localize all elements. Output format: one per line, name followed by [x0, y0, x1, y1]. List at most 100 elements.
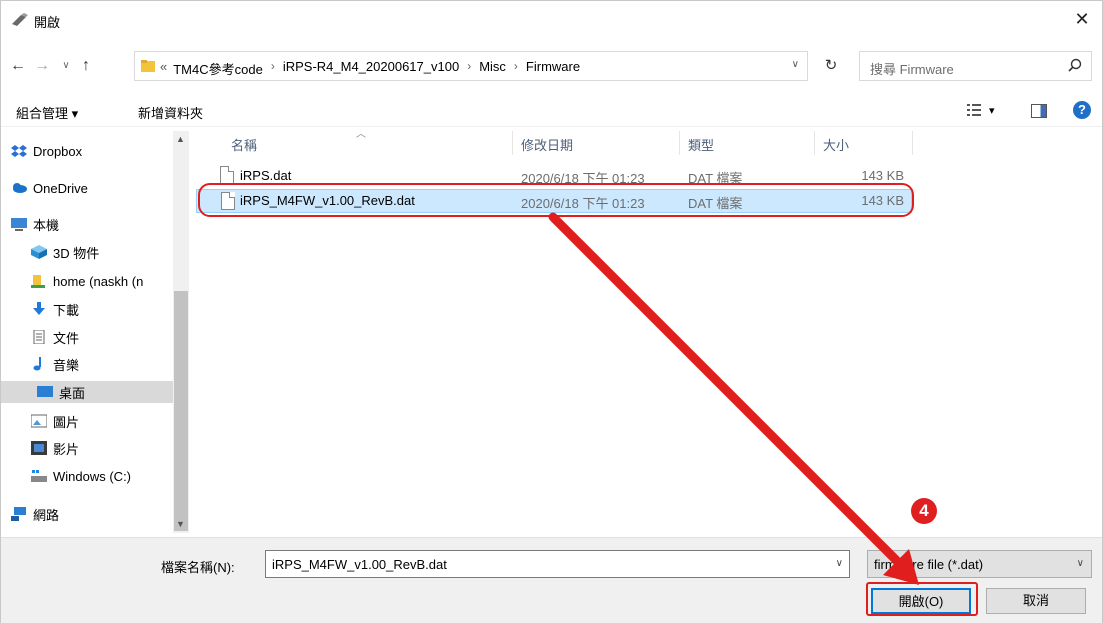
scroll-down-icon[interactable]: ▼	[176, 519, 185, 529]
drive-icon	[31, 470, 47, 482]
view-dropdown-icon: ▾	[989, 104, 995, 117]
file-modified: 2020/6/18 下午 01:23	[521, 196, 645, 211]
open-button[interactable]: 開啟(O)	[871, 588, 971, 614]
cancel-button[interactable]: 取消	[986, 588, 1086, 614]
sidebar-item-documents[interactable]: 文件	[31, 326, 79, 348]
file-name: iRPS_M4FW_v1.00_RevB.dat	[240, 193, 415, 208]
sidebar-item-this-pc[interactable]: 本機	[11, 213, 59, 235]
sidebar-item-onedrive[interactable]: OneDrive	[11, 177, 88, 199]
up-button[interactable]: ↑	[75, 55, 97, 77]
navigation-pane: Dropbox OneDrive 本機 3D 物件 home (naskh (n…	[1, 127, 191, 537]
preview-pane-icon[interactable]	[1031, 104, 1047, 118]
sidebar-item-label: 圖片	[53, 414, 80, 430]
recent-locations-button[interactable]: ∨	[55, 55, 77, 77]
file-type-filter[interactable]: firmware file (*.dat) ∨	[867, 550, 1092, 578]
dialog-footer: 檔案名稱(N): iRPS_M4FW_v1.00_RevB.dat ∨ firm…	[1, 537, 1102, 623]
column-divider[interactable]	[912, 131, 913, 155]
column-header-name[interactable]: 名稱	[231, 135, 257, 154]
details-view-icon	[967, 104, 981, 116]
user-folder-icon	[31, 275, 45, 288]
chevron-down-icon[interactable]: ∨	[1077, 558, 1084, 569]
breadcrumb-separator[interactable]: ›	[263, 59, 283, 78]
file-modified: 2020/6/18 下午 01:23	[521, 171, 645, 186]
sidebar-item-label: 3D 物件	[53, 245, 100, 261]
column-divider[interactable]	[814, 131, 815, 155]
sidebar-scrollbar[interactable]: ▲ ▼	[173, 131, 189, 533]
refresh-button[interactable]: ↻	[816, 51, 846, 81]
scrollbar-thumb[interactable]	[174, 291, 188, 531]
address-dropdown-icon[interactable]: ∨	[792, 59, 799, 70]
open-dialog-icon	[12, 13, 28, 26]
sidebar-item-label: 音樂	[53, 357, 80, 373]
breadcrumb-overflow[interactable]: «	[160, 59, 173, 78]
sidebar-item-dropbox[interactable]: Dropbox	[11, 140, 82, 162]
column-header-modified[interactable]: 修改日期	[521, 135, 573, 154]
video-icon	[31, 441, 47, 455]
organize-button[interactable]: 組合管理 ▾	[16, 103, 78, 122]
filename-value: iRPS_M4FW_v1.00_RevB.dat	[272, 557, 447, 572]
breadcrumb-tm4c[interactable]: TM4C參考code	[173, 59, 263, 78]
dropbox-icon	[11, 145, 27, 157]
sidebar-item-label: OneDrive	[33, 180, 88, 196]
search-placeholder: 搜尋 Firmware	[870, 62, 954, 77]
command-bar: 組合管理 ▾ 新增資料夾 ▾ ?	[1, 93, 1102, 127]
sidebar-item-network[interactable]: 網路	[11, 503, 59, 525]
computer-icon	[11, 218, 27, 231]
sidebar-item-windows-c[interactable]: Windows (C:)	[31, 465, 131, 487]
search-input[interactable]: 搜尋 Firmware	[859, 51, 1092, 81]
search-icon[interactable]	[1067, 58, 1083, 74]
sidebar-item-label: 網路	[33, 507, 60, 523]
sidebar-item-music[interactable]: 音樂	[31, 353, 79, 375]
sort-ascending-icon: ︿	[356, 129, 366, 140]
change-view-button[interactable]: ▾	[967, 101, 1003, 119]
help-icon[interactable]: ?	[1073, 101, 1091, 119]
cube-icon	[31, 245, 47, 259]
file-row-selected[interactable]: iRPS_M4FW_v1.00_RevB.dat 2020/6/18 下午 01…	[196, 189, 912, 213]
sidebar-item-3d-objects[interactable]: 3D 物件	[31, 241, 99, 263]
sidebar-item-desktop[interactable]: 桌面	[1, 381, 173, 403]
sidebar-item-label: Dropbox	[33, 143, 83, 159]
file-size: 143 KB	[861, 168, 904, 183]
file-row[interactable]: iRPS.dat 2020/6/18 下午 01:23 DAT 檔案 143 K…	[196, 164, 912, 188]
title-bar: 開啟 ✕	[1, 1, 1102, 39]
sidebar-item-videos[interactable]: 影片	[31, 437, 79, 459]
picture-icon	[31, 414, 47, 428]
file-icon	[220, 166, 234, 184]
address-bar[interactable]: « TM4C參考code › iRPS-R4_M4_20200617_v100 …	[134, 51, 808, 81]
filename-label: 檔案名稱(N):	[161, 560, 235, 575]
close-button[interactable]: ✕	[1070, 7, 1094, 31]
breadcrumb-firmware[interactable]: Firmware	[526, 59, 580, 78]
breadcrumb-irps[interactable]: iRPS-R4_M4_20200617_v100	[283, 59, 459, 78]
filename-input[interactable]: iRPS_M4FW_v1.00_RevB.dat ∨	[265, 550, 850, 578]
column-divider[interactable]	[679, 131, 680, 155]
open-file-dialog: 開啟 ✕ ← → ∨ ↑ « TM4C參考code › iRPS-R4_M4_2…	[0, 0, 1103, 623]
new-folder-button[interactable]: 新增資料夾	[138, 103, 203, 122]
column-header-type[interactable]: 類型	[688, 135, 714, 154]
document-icon	[33, 330, 45, 344]
scroll-up-icon[interactable]: ▲	[176, 134, 185, 144]
sidebar-item-pictures[interactable]: 圖片	[31, 410, 79, 432]
download-icon	[33, 302, 45, 315]
chevron-down-icon[interactable]: ∨	[836, 558, 843, 569]
breadcrumb-misc[interactable]: Misc	[479, 59, 506, 78]
sidebar-item-label: 影片	[53, 441, 80, 457]
file-size: 143 KB	[861, 193, 904, 208]
sidebar-item-label: 文件	[53, 330, 80, 346]
breadcrumb-separator[interactable]: ›	[506, 59, 526, 78]
filter-value: firmware file (*.dat)	[874, 557, 984, 572]
forward-button[interactable]: →	[31, 55, 53, 77]
sidebar-item-label: Windows (C:)	[53, 468, 132, 484]
sidebar-item-downloads[interactable]: 下載	[31, 298, 79, 320]
file-name: iRPS.dat	[240, 168, 292, 183]
window-title: 開啟	[34, 15, 61, 30]
column-divider[interactable]	[512, 131, 513, 155]
sidebar-item-label: 下載	[53, 302, 80, 318]
breadcrumb-separator[interactable]: ›	[459, 59, 479, 78]
sidebar-item-home[interactable]: home (naskh (n	[31, 270, 143, 292]
column-header-size[interactable]: 大小	[823, 135, 849, 154]
sidebar-item-label: 本機	[33, 217, 60, 233]
music-icon	[33, 357, 41, 371]
back-button[interactable]: ←	[7, 55, 29, 77]
cloud-icon	[13, 183, 27, 193]
file-icon	[221, 192, 235, 210]
